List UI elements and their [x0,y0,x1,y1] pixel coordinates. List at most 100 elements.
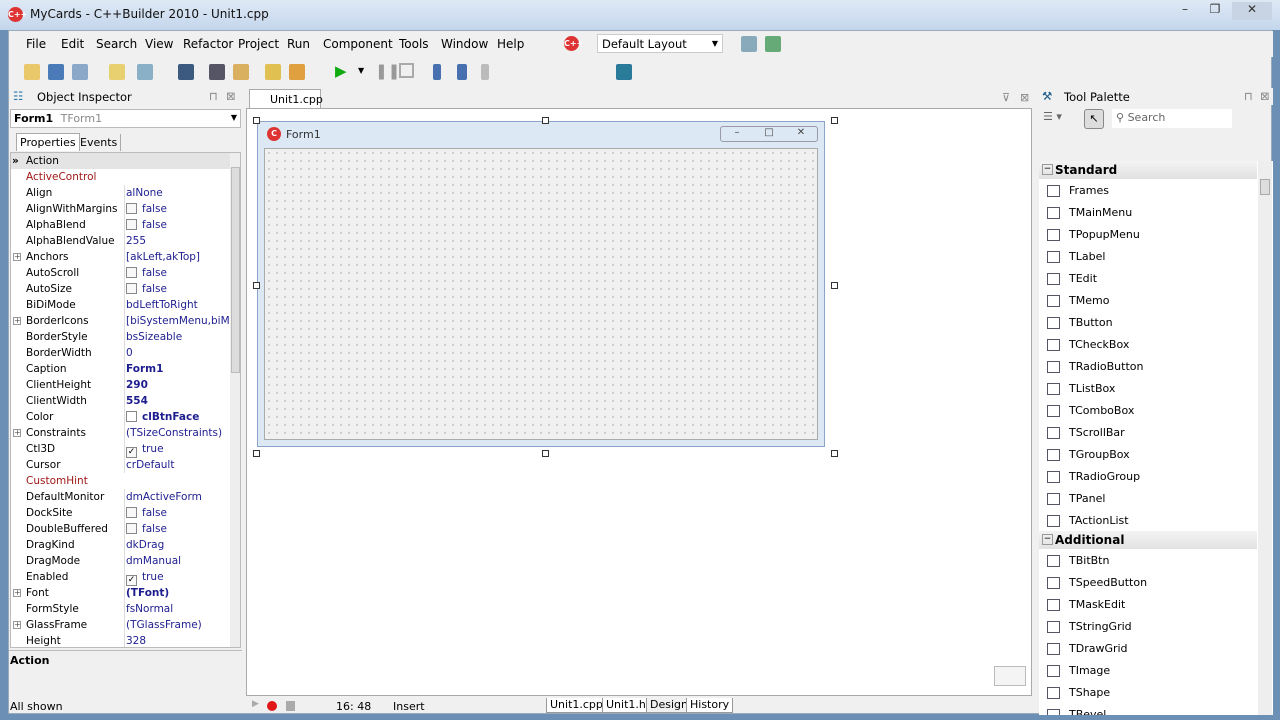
property-row-clientheight[interactable]: ClientHeight 290 [11,377,230,393]
property-row-alignwithmargins[interactable]: AlignWithMargins false [11,201,230,217]
property-value[interactable]: false [124,265,230,281]
property-row-align[interactable]: Align alNone [11,185,230,201]
property-row-anchors[interactable]: + Anchors [akLeft,akTop] [11,249,230,265]
tab-events[interactable]: Events [77,134,122,151]
editor-tab-unit1[interactable]: Unit1.cpp [249,89,323,108]
property-value[interactable]: dkDrag [124,537,230,553]
set-debug-desktop-icon[interactable] [765,36,781,52]
menu-window[interactable]: Window [441,37,488,51]
reset-icon[interactable] [399,63,414,78]
save-desktop-icon[interactable] [741,36,757,52]
palette-item-tbitbtn[interactable]: TBitBtn [1039,550,1257,572]
palette-item-tpopupmenu[interactable]: TPopupMenu [1039,224,1257,246]
palette-category-standard[interactable]: Standard [1039,161,1257,179]
resize-handle[interactable] [542,450,549,457]
property-value[interactable]: false [124,521,230,537]
palette-item-tcheckbox[interactable]: TCheckBox [1039,334,1257,356]
property-value[interactable]: ✓ true [124,441,230,458]
bottom-tab-unit1-cpp[interactable]: Unit1.cpp [546,698,607,713]
property-value[interactable]: (TGlassFrame) [124,617,230,633]
property-row-autosize[interactable]: AutoSize false [11,281,230,297]
property-value[interactable]: bdLeftToRight [124,297,230,313]
new-items-icon[interactable] [24,64,40,80]
checkbox[interactable] [126,523,137,534]
property-row-customhint[interactable]: CustomHint [11,473,230,489]
palette-item-tactionlist[interactable]: TActionList [1039,510,1257,532]
property-value[interactable]: dmActiveForm [124,489,230,505]
property-value[interactable]: alNone [124,185,230,201]
stop-macro-icon[interactable] [286,701,295,711]
property-value[interactable]: [biSystemMenu,biMini [124,313,230,329]
menu-project[interactable]: Project [238,37,279,51]
property-row-font[interactable]: + Font (TFont) [11,585,230,601]
pointer-tool-button[interactable]: ↖ [1084,109,1104,129]
designed-form[interactable]: C Form1 – □ ✕ [257,121,825,447]
categories-menu-icon[interactable]: ☰ ▾ [1043,110,1062,123]
close-panel-icon[interactable]: ⊠ [1260,89,1270,103]
resize-handle[interactable] [253,282,260,289]
property-value[interactable]: bsSizeable [124,329,230,345]
pin-icon[interactable]: ⊓ [1244,89,1253,103]
expand-icon[interactable]: + [13,253,21,261]
menu-help[interactable]: Help [497,37,524,51]
palette-item-tradiogroup[interactable]: TRadioGroup [1039,466,1257,488]
palette-item-tcombobox[interactable]: TComboBox [1039,400,1257,422]
close-button[interactable]: ✕ [1232,2,1272,20]
property-row-enabled[interactable]: Enabled ✓ true [11,569,230,586]
property-value[interactable]: (TSizeConstraints) [124,425,230,441]
property-row-constraints[interactable]: + Constraints (TSizeConstraints) [11,425,230,441]
property-row-formstyle[interactable]: FormStyle fsNormal [11,601,230,617]
palette-search-input[interactable]: ⚲ Search [1112,109,1232,128]
property-row-borderstyle[interactable]: BorderStyle bsSizeable [11,329,230,345]
run-dropdown-icon[interactable]: ▼ [358,66,364,75]
property-value[interactable]: 328 [124,633,230,647]
menu-refactor[interactable]: Refactor [183,37,233,51]
close-tab-icon[interactable]: ⊠ [1020,91,1029,104]
property-value[interactable]: false [124,505,230,521]
layout-select[interactable]: Default Layout ▼ [597,34,723,53]
pause-icon[interactable]: ❚❚ [375,62,400,80]
property-row-cursor[interactable]: Cursor crDefault [11,457,230,473]
property-value[interactable]: 0 [124,345,230,361]
open-icon[interactable] [109,64,125,80]
record-macro-icon[interactable] [267,701,277,711]
palette-item-tbevel[interactable]: TBevel [1039,704,1257,715]
property-row-dragkind[interactable]: DragKind dkDrag [11,537,230,553]
maximize-button[interactable]: ❐ [1202,2,1228,20]
property-value[interactable]: false [124,217,230,233]
property-row-bidimode[interactable]: BiDiMode bdLeftToRight [11,297,230,313]
new-unit-icon[interactable] [72,64,88,80]
property-row-alphablend[interactable]: AlphaBlend false [11,217,230,233]
palette-item-tscrollbar[interactable]: TScrollBar [1039,422,1257,444]
property-row-glassframe[interactable]: + GlassFrame (TGlassFrame) [11,617,230,633]
property-value[interactable]: 255 [124,233,230,249]
new-form-icon[interactable] [48,64,64,80]
save-all-icon[interactable] [209,64,225,80]
palette-item-tradiobutton[interactable]: TRadioButton [1039,356,1257,378]
pin-icon[interactable]: ⊓ [209,89,218,103]
palette-item-tstringgrid[interactable]: TStringGrid [1039,616,1257,638]
resize-handle[interactable] [253,117,260,124]
tab-list-icon[interactable]: ⊽ [1002,91,1010,104]
palette-item-tbutton[interactable]: TButton [1039,312,1257,334]
palette-item-tmainmenu[interactable]: TMainMenu [1039,202,1257,224]
expand-icon[interactable]: + [13,589,21,597]
property-value[interactable]: crDefault [124,457,230,473]
checkbox[interactable] [126,507,137,518]
menu-tools[interactable]: Tools [399,37,429,51]
resize-handle[interactable] [831,282,838,289]
property-value[interactable]: 554 [124,393,230,409]
form-client-area[interactable] [264,148,818,440]
trace-into-icon[interactable] [433,64,441,80]
open-project-icon[interactable] [137,64,153,80]
palette-item-tshape[interactable]: TShape [1039,682,1257,704]
property-row-alphablendvalue[interactable]: AlphaBlendValue 255 [11,233,230,249]
checkbox[interactable] [126,219,137,230]
property-row-borderwidth[interactable]: BorderWidth 0 [11,345,230,361]
open-file-icon[interactable] [233,64,249,80]
property-value[interactable]: 290 [124,377,230,393]
minimize-button[interactable]: – [1172,2,1198,20]
palette-item-tpanel[interactable]: TPanel [1039,488,1257,510]
palette-item-tdrawgrid[interactable]: TDrawGrid [1039,638,1257,660]
palette-item-frames[interactable]: Frames [1039,180,1257,202]
